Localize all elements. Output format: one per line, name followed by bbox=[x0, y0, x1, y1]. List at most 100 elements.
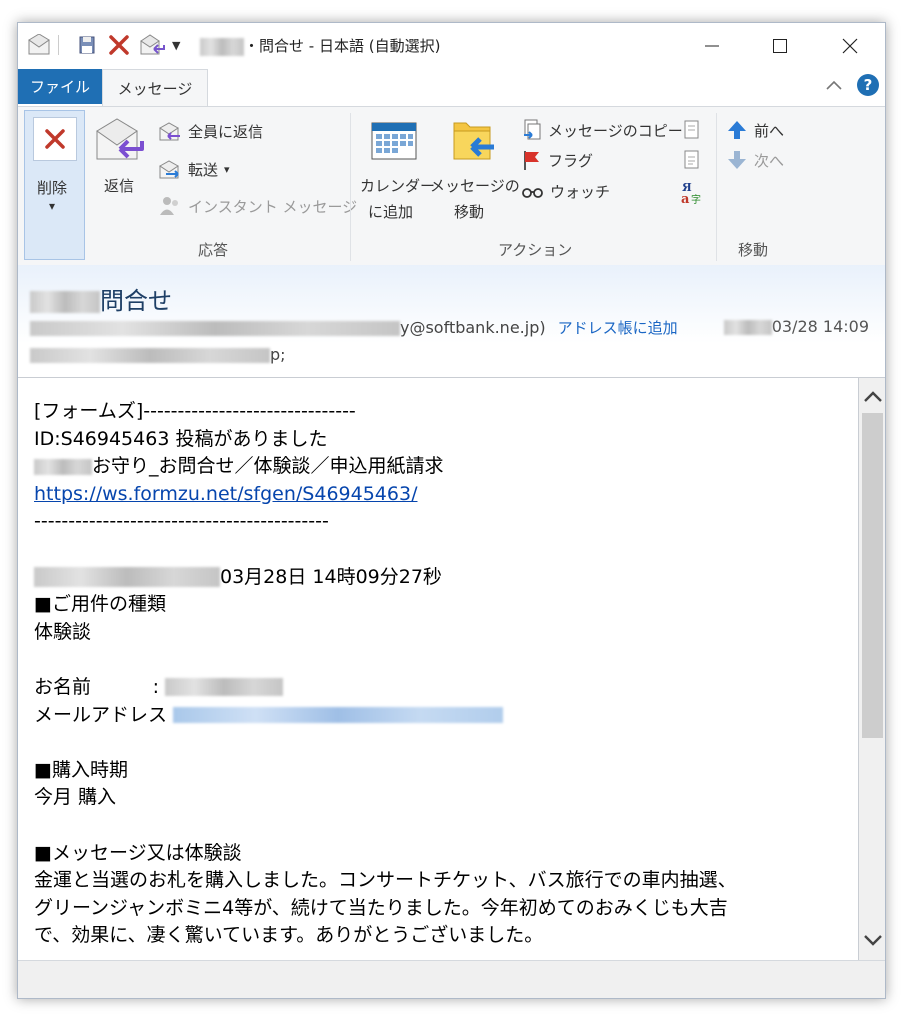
close-button[interactable] bbox=[830, 29, 870, 63]
scroll-up-icon[interactable] bbox=[863, 388, 883, 407]
reply-button[interactable]: 返信 bbox=[94, 117, 150, 197]
body-line: 今月 購入 bbox=[34, 786, 117, 809]
body-blank bbox=[34, 536, 737, 564]
form-url-link[interactable]: https://ws.formzu.net/sfgen/S46945463/ bbox=[34, 483, 417, 505]
copy-icon bbox=[524, 119, 541, 140]
help-icon[interactable]: ? bbox=[857, 74, 879, 96]
redacted-name bbox=[165, 678, 284, 697]
reply-all-label: 全員に返信 bbox=[188, 123, 264, 141]
delete-dropdown-icon: ▾ bbox=[49, 199, 56, 213]
forward-button[interactable]: 転送 ▾ bbox=[158, 159, 230, 180]
forward-dropdown-icon: ▾ bbox=[224, 163, 230, 176]
message-header: 問合せ y@softbank.ne.jp) アドレス帳に追加 03/28 14:0… bbox=[18, 265, 885, 377]
delete-button[interactable]: 削除 ▾ bbox=[24, 110, 85, 260]
recipient-line: p; bbox=[30, 345, 286, 364]
body-line: お名前: bbox=[34, 674, 737, 702]
sender-address-suffix: y@softbank.ne.jp) bbox=[400, 318, 546, 337]
name-separator: : bbox=[152, 675, 160, 698]
redacted-sender bbox=[30, 321, 400, 336]
svg-text:a: a bbox=[681, 192, 690, 205]
redacted-recipient bbox=[30, 348, 270, 363]
forward-icon bbox=[159, 159, 179, 178]
scroll-down-icon[interactable] bbox=[863, 933, 883, 952]
vertical-scrollbar[interactable] bbox=[858, 377, 885, 961]
subject-text: 問合せ bbox=[100, 287, 172, 315]
tab-message[interactable]: メッセージ bbox=[102, 69, 208, 106]
scrollbar-thumb[interactable] bbox=[862, 413, 883, 738]
calendar-label-line2: に追加 bbox=[368, 203, 414, 221]
encoding-icon[interactable]: Яa字 bbox=[678, 179, 704, 209]
maximize-button[interactable] bbox=[760, 29, 800, 63]
group-action-label: アクション bbox=[498, 241, 573, 259]
down-arrow-icon bbox=[728, 151, 746, 169]
previous-button[interactable]: 前へ bbox=[726, 119, 784, 141]
quick-access-dropdown-icon[interactable]: ▼ bbox=[172, 39, 180, 61]
delete-quick-icon[interactable] bbox=[108, 34, 130, 56]
window-title-text: ・問合せ - 日本語 (自動選択) bbox=[244, 37, 441, 55]
message-body[interactable]: [フォームズ]------------------------------- I… bbox=[18, 377, 858, 961]
up-arrow-icon bbox=[728, 121, 746, 139]
window-title: ・問合せ - 日本語 (自動選択) bbox=[200, 35, 440, 56]
copy-message-button[interactable]: メッセージのコピー bbox=[522, 119, 683, 141]
folder-move-icon bbox=[453, 122, 494, 160]
move-message-button[interactable]: メッセージの 移動 bbox=[430, 119, 520, 229]
watch-button[interactable]: ウォッチ bbox=[522, 181, 610, 202]
body-line: 金運と当選のお札を購入しました。コンサートチケット、バス旅行での車内抽選、 bbox=[34, 869, 737, 892]
add-to-calendar-button[interactable]: カレンダー に追加 bbox=[358, 119, 435, 229]
save-icon[interactable] bbox=[78, 34, 98, 56]
recipient-suffix: p; bbox=[270, 345, 286, 364]
body-line: グリーンジャンボミニ4等が、続けて当たりました。今年初めてのおみくじも大吉 bbox=[34, 896, 728, 919]
body-line: メールアドレス bbox=[34, 702, 737, 730]
body-blank bbox=[34, 646, 737, 674]
message-body-text: [フォームズ]------------------------------- I… bbox=[34, 398, 737, 950]
minimize-button[interactable] bbox=[692, 29, 732, 63]
message-date: 03/28 14:09 bbox=[723, 317, 869, 336]
redacted-subject-prefix bbox=[30, 291, 100, 313]
message-subject: 問合せ bbox=[30, 281, 172, 316]
instant-message-button[interactable]: インスタント メッセージ bbox=[158, 195, 357, 217]
mail-label: メールアドレス bbox=[34, 703, 168, 726]
page-icon[interactable] bbox=[682, 149, 702, 175]
body-line: 体験談 bbox=[34, 620, 92, 643]
body-blank bbox=[34, 812, 737, 840]
reply-all-button[interactable]: 全員に返信 bbox=[158, 121, 263, 142]
body-line: https://ws.formzu.net/sfgen/S46945463/ bbox=[34, 481, 737, 509]
collapse-ribbon-icon[interactable] bbox=[825, 76, 843, 95]
instant-message-label: インスタント メッセージ bbox=[188, 197, 358, 216]
body-line: ■ご用件の種類 bbox=[34, 593, 166, 616]
ribbon-separator bbox=[350, 113, 351, 261]
redacted-title-prefix bbox=[200, 37, 244, 56]
forward-label: 転送 bbox=[188, 161, 219, 179]
reply-icon bbox=[96, 118, 144, 160]
body-line: で、効果に、凄く驚いています。ありがとうございました。 bbox=[34, 924, 544, 947]
add-to-address-book-link[interactable]: アドレス帳に追加 bbox=[558, 319, 678, 337]
glasses-icon bbox=[522, 187, 543, 198]
next-button[interactable]: 次へ bbox=[726, 149, 784, 171]
body-line: ■メッセージ又は体験談 bbox=[34, 841, 242, 864]
sender-line: y@softbank.ne.jp) アドレス帳に追加 bbox=[30, 317, 678, 338]
reply-quick-icon[interactable] bbox=[140, 34, 166, 56]
form-title-text: お守り_お問合せ／体験談／申込用紙請求 bbox=[92, 455, 444, 478]
document-icon[interactable] bbox=[682, 119, 702, 145]
redacted-date-prefix bbox=[723, 320, 772, 335]
calendar-icon bbox=[371, 122, 417, 160]
body-line: ID:S46945463 投稿がありました bbox=[34, 427, 328, 450]
redacted-text bbox=[34, 567, 220, 588]
redacted-text bbox=[34, 458, 92, 475]
previous-label: 前へ bbox=[754, 121, 785, 140]
group-respond-label: 応答 bbox=[198, 241, 229, 259]
next-label: 次へ bbox=[754, 151, 785, 170]
body-line: ■購入時期 bbox=[34, 758, 128, 781]
svg-text:字: 字 bbox=[691, 193, 701, 205]
delete-label: 削除 bbox=[37, 179, 68, 197]
watch-label: ウォッチ bbox=[550, 183, 611, 201]
ribbon: 削除 ▾ 返信 全員に返信 転送 ▾ インスタント メッセージ 応答 カレンダー… bbox=[18, 106, 885, 266]
tab-file[interactable]: ファイル bbox=[18, 69, 102, 104]
flag-label: フラグ bbox=[548, 151, 594, 170]
status-bar bbox=[18, 960, 885, 998]
timestamp-text: 03月28日 14時09分27秒 bbox=[220, 565, 442, 588]
delete-icon bbox=[33, 117, 77, 161]
name-label: お名前 bbox=[34, 675, 92, 698]
redacted-email-link bbox=[173, 707, 504, 724]
flag-button[interactable]: フラグ bbox=[522, 149, 593, 171]
